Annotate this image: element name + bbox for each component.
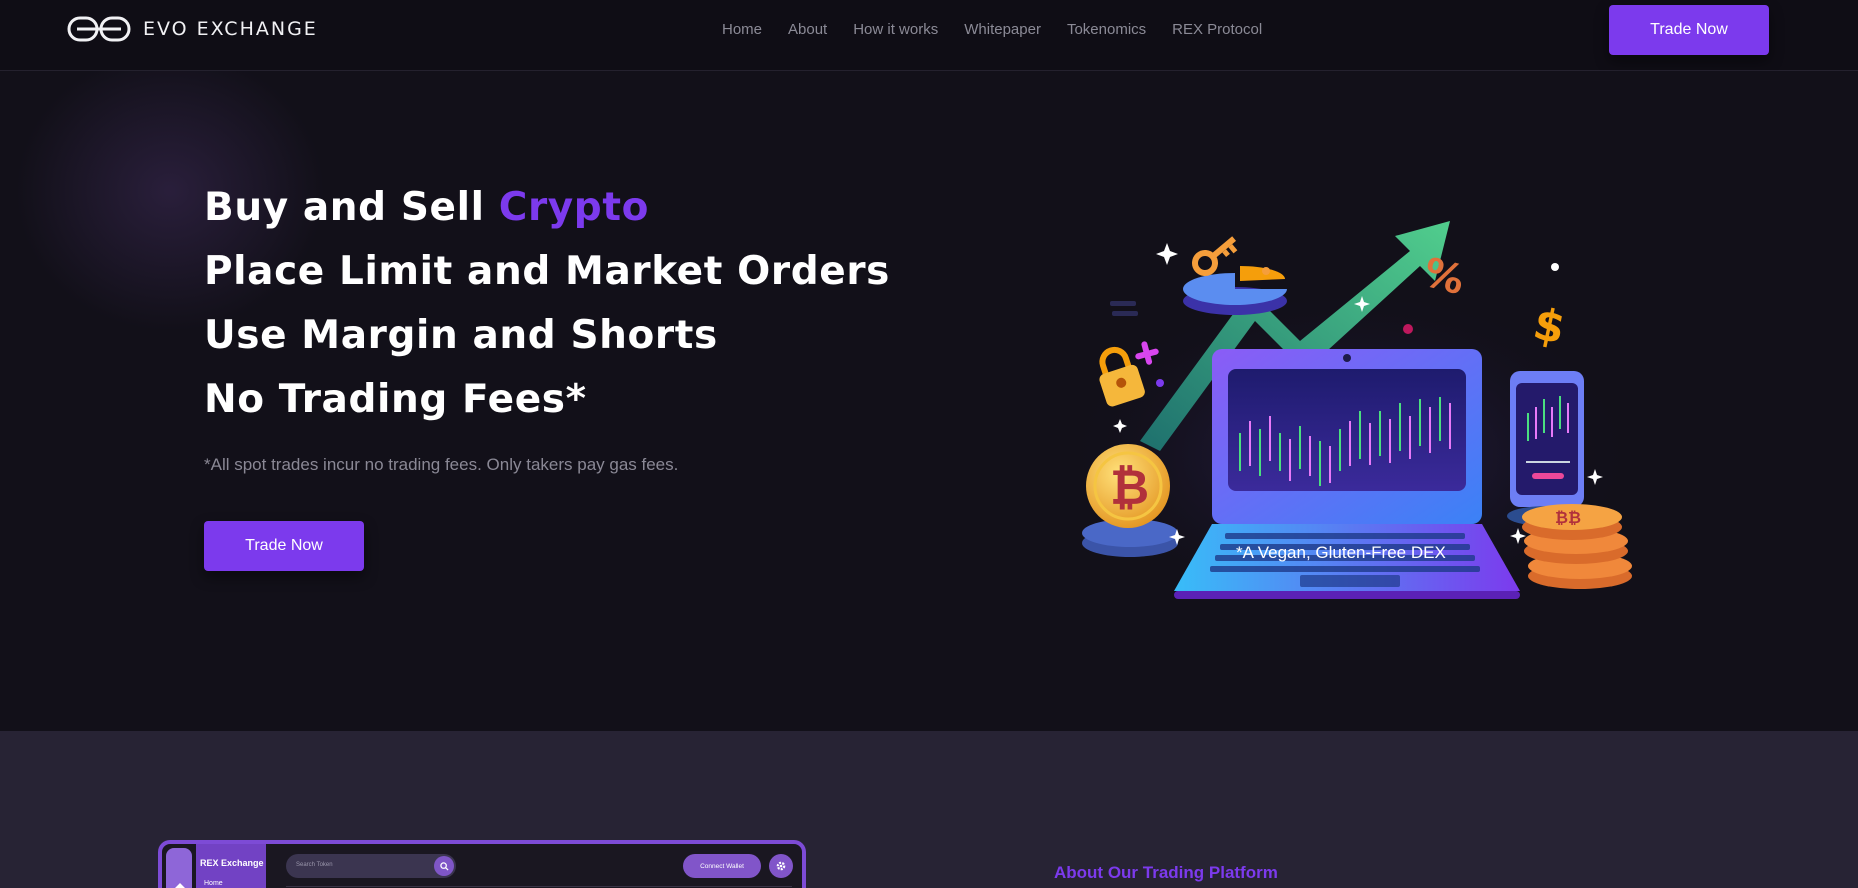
mockup-sidebar-rail [166, 848, 192, 888]
hero-line-1: Buy and Sell Crypto [204, 176, 890, 240]
nav-link-home[interactable]: Home [722, 21, 762, 38]
evo-logo-icon [67, 16, 131, 42]
hero-section: Buy and Sell Crypto Place Limit and Mark… [0, 71, 1858, 731]
hero-accent-word: Crypto [498, 185, 649, 230]
hero-line-2: Place Limit and Market Orders [204, 249, 890, 294]
nav-link-how-it-works[interactable]: How it works [853, 21, 938, 38]
mockup-search-placeholder: Search Token [296, 862, 333, 868]
hero-illustration-caption: *A Vegan, Gluten-Free DEX [1236, 543, 1446, 562]
nav-link-tokenomics[interactable]: Tokenomics [1067, 21, 1146, 38]
about-section: REX Exchange Home Search Token Connect W… [0, 731, 1858, 888]
mockup-search-bar: Search Token [286, 854, 456, 878]
home-icon [175, 883, 185, 888]
hero-line-3: Use Margin and Shorts [204, 313, 718, 358]
nav-links: Home About How it works Whitepaper Token… [722, 21, 1262, 38]
nav-link-rex-protocol[interactable]: REX Protocol [1172, 21, 1262, 38]
mockup-brand-panel: REX Exchange Home [196, 844, 266, 888]
gear-icon [769, 854, 793, 878]
top-nav: EVO EXCHANGE Home About How it works Whi… [0, 0, 1858, 71]
about-heading: About Our Trading Platform [1054, 863, 1278, 882]
nav-trade-now-button[interactable]: Trade Now [1609, 5, 1769, 55]
mockup-brand: REX Exchange [200, 858, 264, 868]
nav-link-whitepaper[interactable]: Whitepaper [964, 21, 1041, 38]
mockup-connect-wallet-button: Connect Wallet [683, 854, 761, 878]
mockup-home-label: Home [204, 880, 223, 887]
mockup-divider [286, 886, 792, 887]
hero-headlines: Buy and Sell Crypto Place Limit and Mark… [204, 176, 890, 432]
nav-link-about[interactable]: About [788, 21, 827, 38]
svg-text:₿₿: ₿₿ [1555, 508, 1581, 527]
hero-line-4: No Trading Fees* [204, 377, 587, 422]
hero-trade-now-button[interactable]: Trade Now [204, 521, 364, 571]
svg-text:₿: ₿ [1110, 460, 1149, 516]
platform-screenshot-mockup: REX Exchange Home Search Token Connect W… [158, 840, 806, 888]
hero-fee-note: *All spot trades incur no trading fees. … [204, 455, 679, 474]
brand-name: EVO EXCHANGE [143, 18, 318, 40]
logo[interactable]: EVO EXCHANGE [67, 16, 318, 42]
search-icon [434, 856, 454, 876]
hero-line-1-text: Buy and Sell [204, 185, 499, 230]
